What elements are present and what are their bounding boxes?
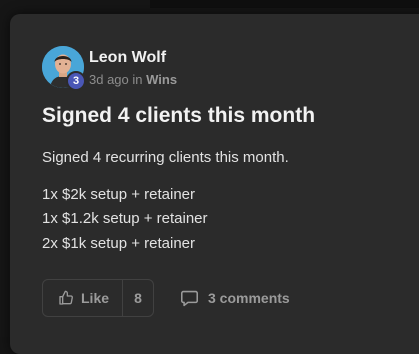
author-name[interactable]: Leon Wolf: [89, 49, 166, 67]
post-title: Signed 4 clients this month: [42, 104, 316, 127]
like-button[interactable]: Like: [43, 280, 123, 316]
level-badge: 3: [66, 71, 86, 91]
post-body-line: 1x $1.2k setup + retainer: [42, 210, 208, 227]
like-count[interactable]: 8: [123, 290, 153, 306]
post-meta: 3d ago in Wins: [89, 72, 177, 87]
post-body: Signed 4 recurring clients this month. 1…: [42, 146, 289, 256]
post-category-link[interactable]: Wins: [146, 72, 177, 87]
post-time: 3d ago: [89, 72, 129, 87]
post-body-line: 2x $1k setup + retainer: [42, 234, 196, 252]
like-label: Like: [81, 290, 110, 306]
like-control: Like 8: [42, 279, 154, 317]
post-card: 3 Leon Wolf 3d ago in Wins Signed 4 clie…: [10, 14, 419, 354]
comments-label: 3 comments: [208, 290, 290, 306]
comment-bubble-icon: [180, 290, 198, 306]
post-body-line: Signed 4 recurring clients this month.: [42, 149, 289, 166]
post-body-line: 1x $2k setup + retainer: [42, 185, 196, 203]
post-meta-in: in: [132, 72, 143, 87]
thumbs-up-icon: [59, 290, 73, 305]
background-topbar: [150, 0, 419, 8]
comments-button[interactable]: 3 comments: [180, 279, 290, 317]
